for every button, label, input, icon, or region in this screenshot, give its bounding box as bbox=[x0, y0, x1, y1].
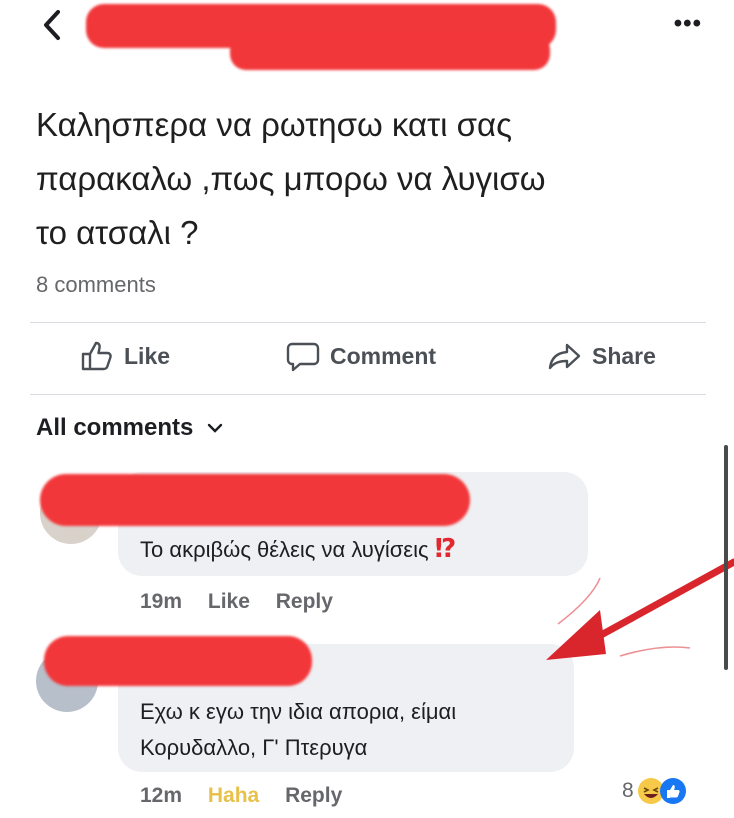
reaction-count: 8 bbox=[622, 779, 634, 802]
divider bbox=[30, 322, 706, 323]
post-line: Καλησπερα να ρωτησω κατι σας bbox=[36, 106, 512, 143]
comment-time: 19m bbox=[140, 590, 183, 613]
post-actions: Like Comment Share bbox=[0, 330, 734, 390]
top-bar: ••• bbox=[0, 0, 734, 70]
like-emoji-icon bbox=[659, 778, 686, 804]
redacted-commenter-name bbox=[44, 636, 312, 686]
back-button[interactable] bbox=[40, 8, 64, 51]
comment-text: Το ακριβώς θέλεις να λυγίσεις ⁉ bbox=[140, 533, 457, 563]
comments-filter-label: All comments bbox=[36, 414, 194, 441]
comment-reply-button[interactable]: Reply bbox=[276, 590, 333, 613]
share-label: Share bbox=[592, 342, 656, 369]
redacted-commenter-name bbox=[40, 474, 470, 526]
share-button[interactable]: Share bbox=[548, 340, 656, 372]
comment-meta: 12m Haha Reply bbox=[140, 784, 342, 808]
comment-bubble-icon bbox=[286, 342, 320, 372]
comment-meta: 19m Like Reply bbox=[140, 590, 333, 614]
chevron-down-icon bbox=[208, 423, 223, 433]
redacted-name-tail bbox=[230, 34, 550, 70]
chevron-left-icon bbox=[44, 10, 60, 40]
like-button[interactable]: Like bbox=[80, 340, 170, 372]
interrobang-emoji: ⁉ bbox=[434, 533, 457, 563]
thumbs-up-icon bbox=[81, 341, 112, 371]
reaction-summary[interactable]: 8 bbox=[622, 778, 686, 804]
comments-filter-dropdown[interactable]: All comments bbox=[36, 414, 223, 442]
scrollbar[interactable] bbox=[724, 445, 728, 670]
more-options-button[interactable]: ••• bbox=[674, 10, 702, 38]
comment-button[interactable]: Comment bbox=[286, 340, 436, 372]
comment-label: Comment bbox=[330, 342, 437, 369]
post-line: το ατσαλι ? bbox=[36, 214, 199, 251]
divider bbox=[30, 394, 706, 395]
comment-like-button[interactable]: Like bbox=[208, 590, 250, 613]
comment-text: Εχω κ εγω την ιδια απορια, είμαι Κορυδαλ… bbox=[140, 699, 457, 760]
comment-time: 12m bbox=[140, 784, 183, 807]
like-label: Like bbox=[124, 342, 171, 369]
share-arrow-icon bbox=[548, 343, 581, 370]
post-body: Καλησπερα να ρωτησω κατι σας παρακαλω ,π… bbox=[36, 98, 696, 260]
comments-count[interactable]: 8 comments bbox=[36, 272, 156, 298]
comment-haha-reaction[interactable]: Haha bbox=[208, 784, 259, 807]
more-dots-icon: ••• bbox=[673, 10, 702, 37]
post-line: παρακαλω ,πως μπορω να λυγισω bbox=[36, 160, 546, 197]
comment-reply-button[interactable]: Reply bbox=[285, 784, 342, 807]
